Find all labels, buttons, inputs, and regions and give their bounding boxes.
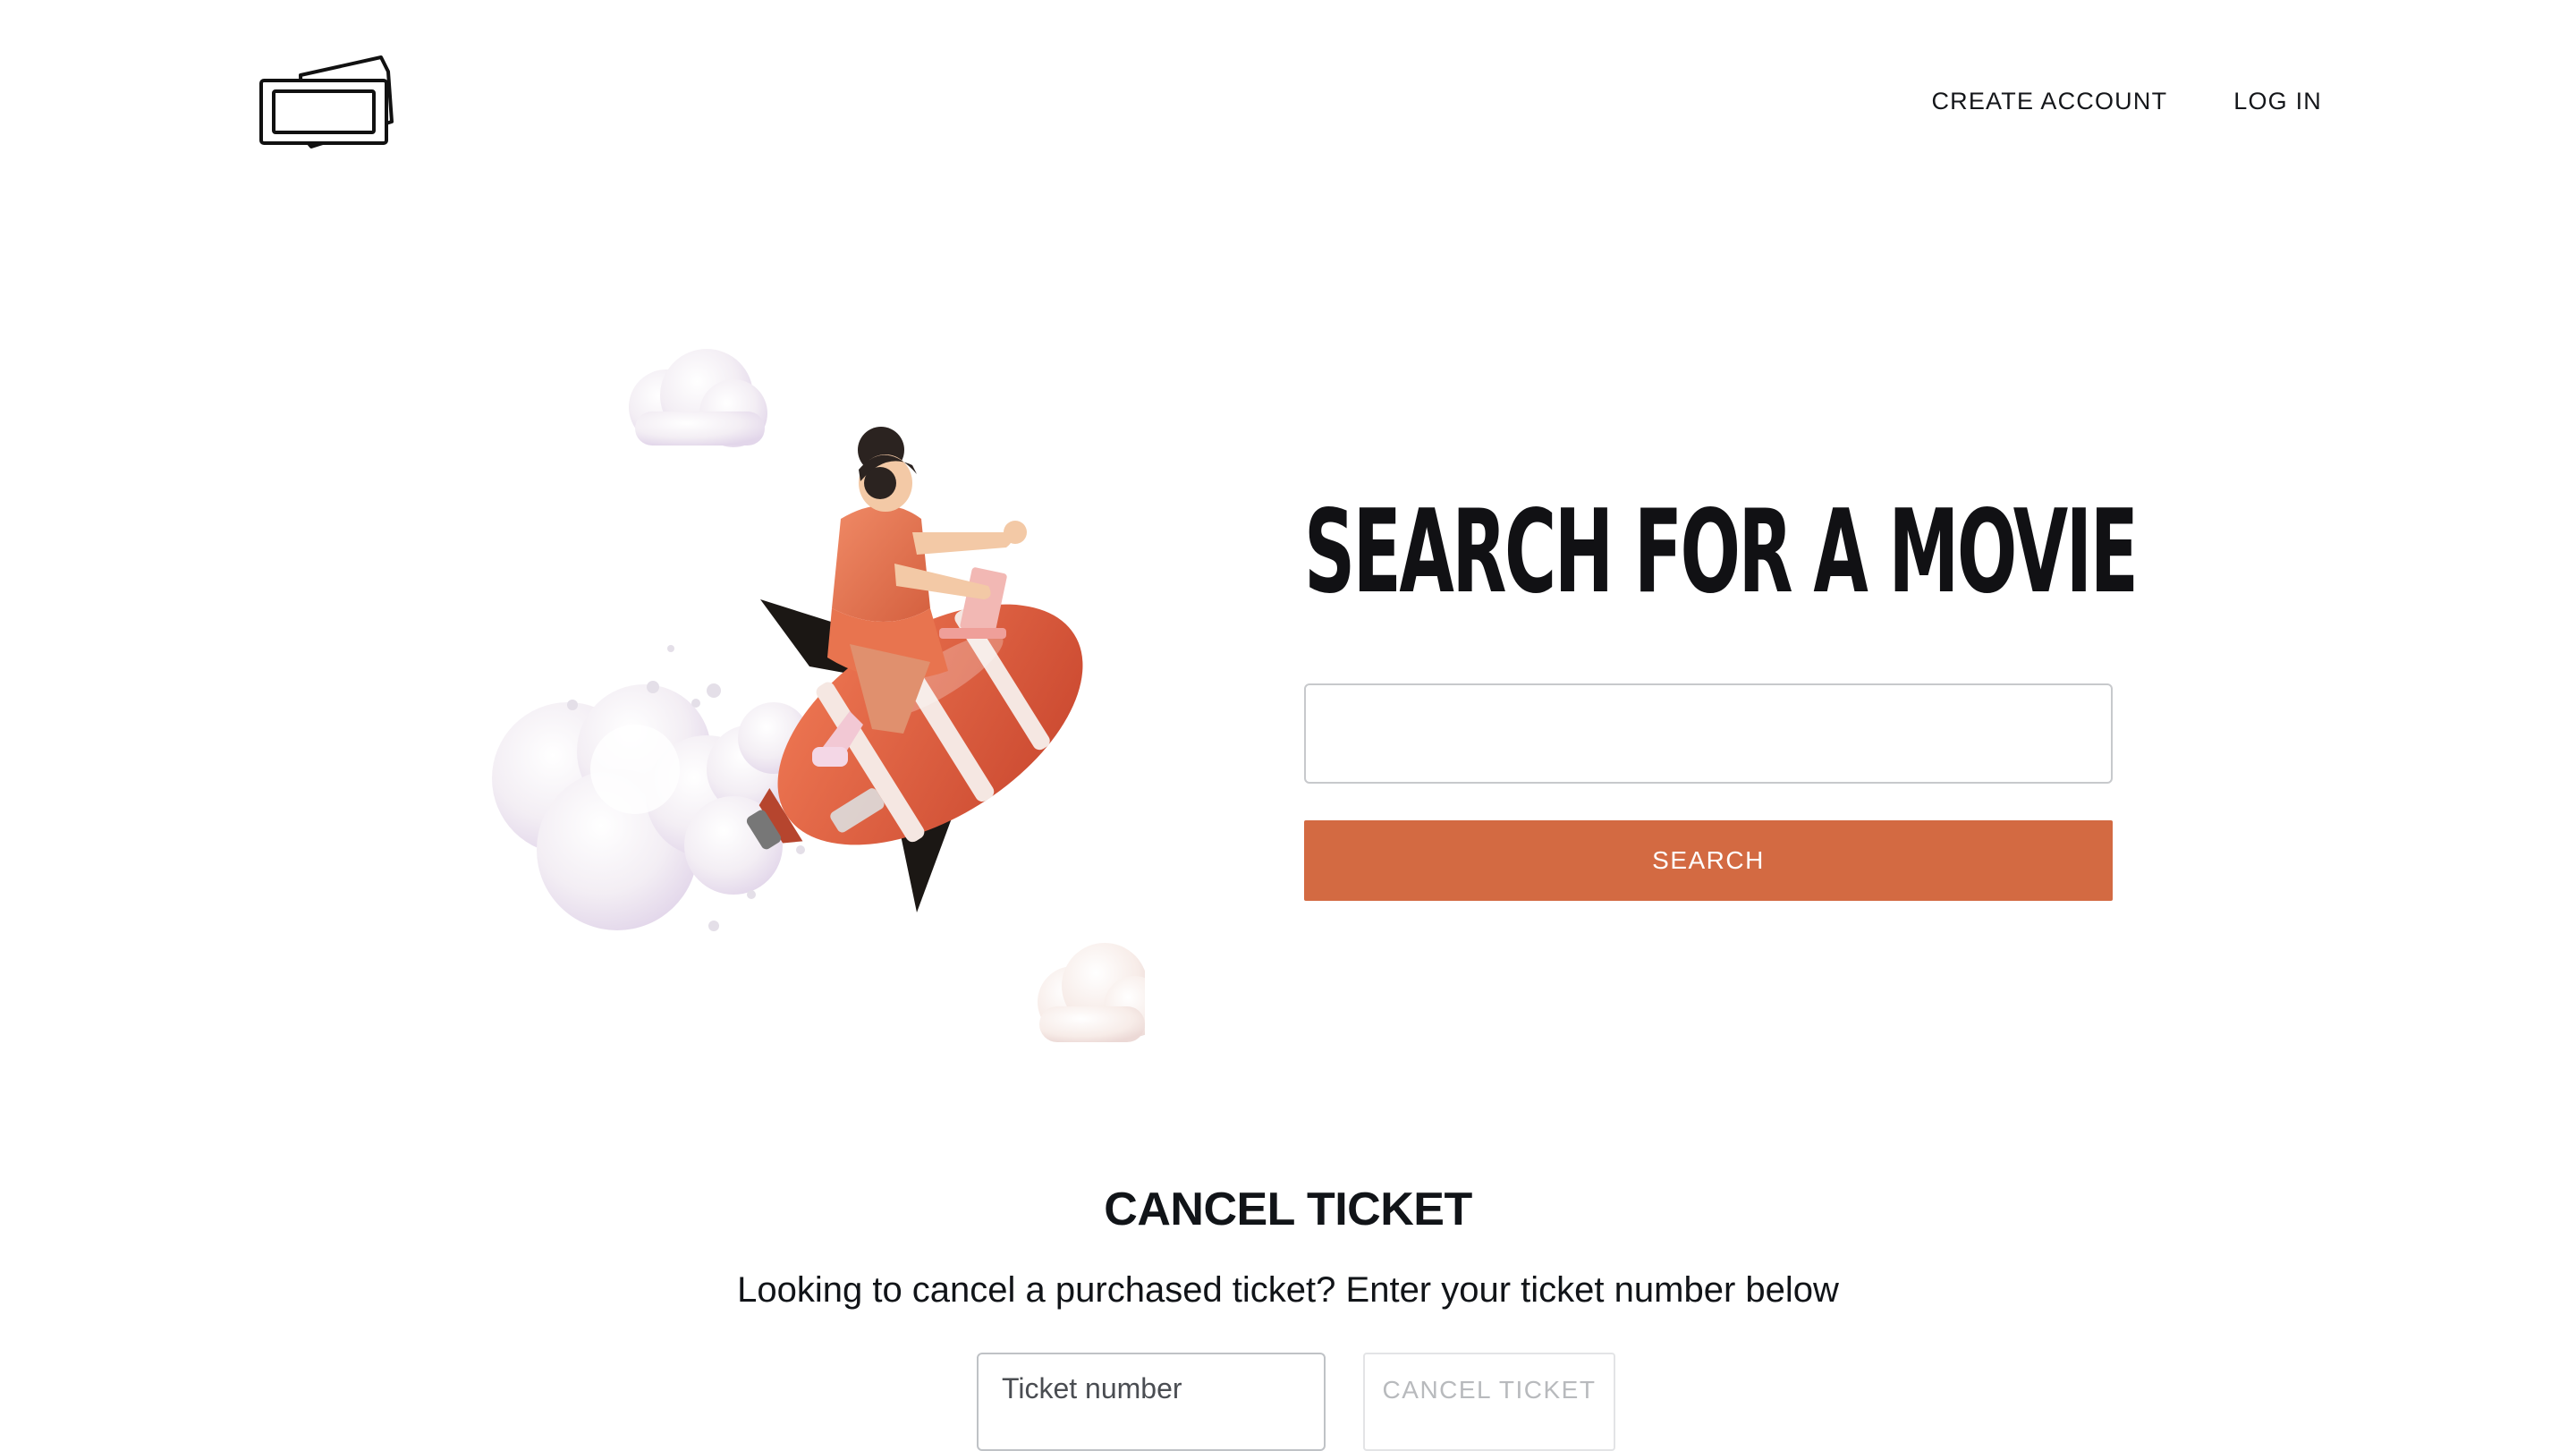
- ticket-number-input[interactable]: [977, 1353, 1326, 1451]
- create-account-link[interactable]: CREATE ACCOUNT: [1931, 88, 2167, 115]
- log-in-link[interactable]: LOG IN: [2233, 88, 2322, 115]
- movie-search-input[interactable]: [1304, 683, 2113, 784]
- rocket-illustration: [465, 340, 1165, 1056]
- cancel-ticket-button[interactable]: CANCEL TICKET: [1363, 1353, 1615, 1451]
- cloud-bottom: [1038, 943, 1165, 1042]
- cloud-top: [629, 349, 767, 447]
- ticket-logo-icon[interactable]: [258, 54, 397, 152]
- search-title: SEARCH FOR A MOVIE: [1304, 486, 2139, 619]
- cancel-ticket-description: Looking to cancel a purchased ticket? En…: [737, 1270, 1839, 1310]
- search-button[interactable]: SEARCH: [1304, 820, 2113, 901]
- cancel-ticket-title: CANCEL TICKET: [1104, 1184, 1472, 1235]
- top-nav: CREATE ACCOUNT LOG IN: [1931, 88, 2322, 115]
